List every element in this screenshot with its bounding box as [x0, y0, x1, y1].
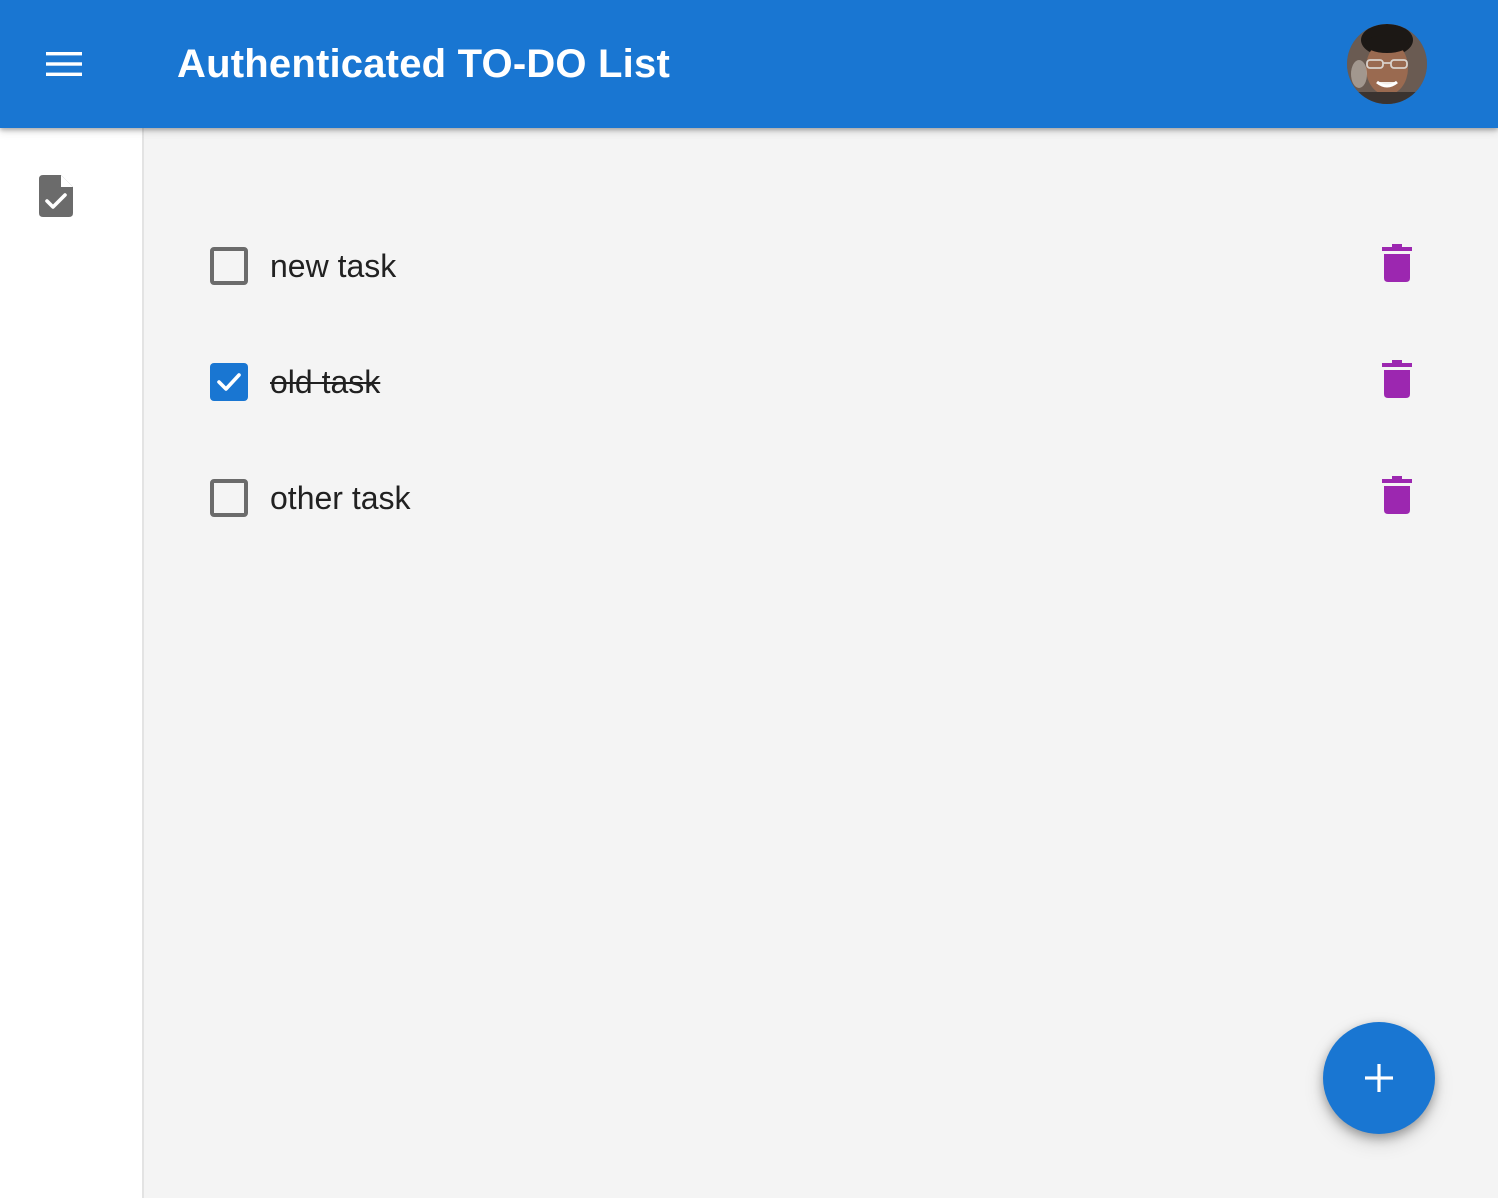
trash-icon — [1382, 244, 1412, 282]
task-checkbox-checked[interactable] — [210, 363, 248, 401]
task-label: other task — [270, 480, 411, 516]
task-item: old task — [144, 324, 1498, 440]
check-icon — [217, 373, 241, 391]
plus-icon — [1365, 1064, 1393, 1092]
add-task-button[interactable] — [1323, 1022, 1435, 1134]
trash-icon — [1382, 476, 1412, 514]
menu-button[interactable] — [28, 28, 100, 100]
delete-task-button[interactable] — [1370, 352, 1424, 406]
avatar[interactable] — [1347, 24, 1427, 104]
main-content: new task old task other task — [144, 128, 1498, 1198]
task-checkbox[interactable] — [210, 479, 248, 517]
task-item: other task — [144, 440, 1498, 556]
page-title: Authenticated TO-DO List — [177, 42, 670, 86]
menu-icon — [46, 52, 82, 76]
sidebar-item-tasks[interactable] — [24, 164, 88, 228]
user-avatar-image — [1347, 24, 1427, 104]
task-checkbox[interactable] — [210, 247, 248, 285]
app-bar: Authenticated TO-DO List — [0, 0, 1498, 128]
task-label: new task — [270, 248, 397, 284]
sidebar — [0, 128, 144, 1198]
task-label: old task — [270, 364, 381, 400]
trash-icon — [1382, 360, 1412, 398]
task-file-icon — [39, 175, 73, 217]
delete-task-button[interactable] — [1370, 236, 1424, 290]
delete-task-button[interactable] — [1370, 468, 1424, 522]
app: Authenticated TO-DO List new task old ta… — [0, 0, 1498, 1198]
task-item: new task — [144, 208, 1498, 324]
